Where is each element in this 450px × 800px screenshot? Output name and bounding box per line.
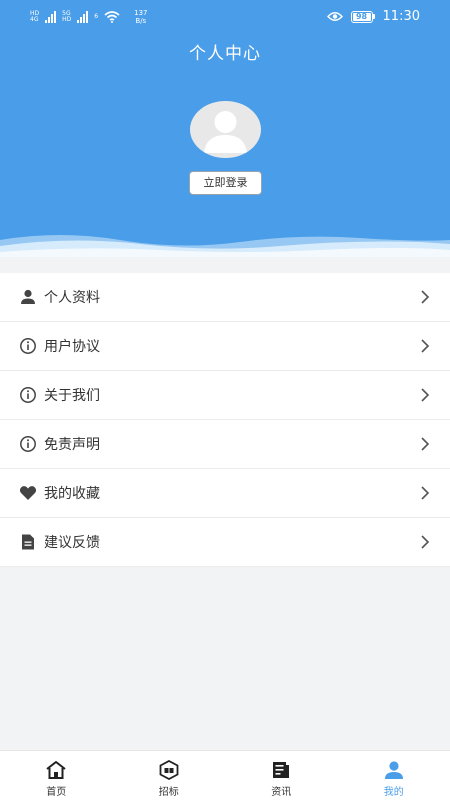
menu-item-favorites[interactable]: 我的收藏 [0,469,450,518]
menu-item-label: 免责声明 [44,437,100,453]
eye-icon [326,12,343,21]
status-left: HD 4G 5G HD 6 137 B/s [30,9,147,25]
network-hd2-label: HD [62,16,72,23]
chevron-right-icon [421,437,430,451]
document-icon [19,533,37,551]
info-icon [19,337,37,355]
signal-icon [45,11,57,23]
bottom-tab-bar: 首页 招标 资讯 我的 [0,750,450,800]
settings-menu: 个人资料 用户协议 关于我们 免责声明 我的收藏 建议反馈 [0,273,450,567]
default-avatar-icon [204,111,247,153]
clock: 11:30 [382,9,420,24]
chevron-right-icon [421,339,430,353]
network-speed: 137 B/s [134,9,147,25]
tab-news[interactable]: 资讯 [225,751,338,800]
battery-icon: 98 [350,10,375,23]
signal-icon-2 [77,11,89,23]
chevron-right-icon [421,486,430,500]
profile-header: HD 4G 5G HD 6 137 B/s 98 11:30 个人中心 立即登录 [0,0,450,262]
chevron-right-icon [421,388,430,402]
menu-item-label: 个人资料 [44,290,100,306]
login-button[interactable]: 立即登录 [189,171,262,195]
info-icon [19,386,37,404]
tab-label: 我的 [383,787,404,798]
chevron-right-icon [421,290,430,304]
menu-item-feedback[interactable]: 建议反馈 [0,518,450,567]
home-icon [45,760,67,780]
page-title: 个人中心 [189,44,261,64]
menu-item-user-agreement[interactable]: 用户协议 [0,322,450,371]
menu-item-label: 用户协议 [44,339,100,355]
tab-bidding[interactable]: 招标 [113,751,226,800]
menu-item-label: 建议反馈 [44,535,100,551]
bid-icon [158,760,180,780]
network-type-left: HD 4G [30,11,39,23]
network-type-right: 5G HD [62,11,71,23]
avatar[interactable] [190,101,261,158]
wifi-badge: 6 [94,13,99,20]
tab-label: 首页 [46,787,67,798]
speed-value: 137 [134,9,148,17]
tab-label: 资讯 [271,787,292,798]
person-icon [19,288,37,306]
news-icon [270,760,292,780]
chevron-right-icon [421,535,430,549]
speed-unit: B/s [135,17,147,25]
heart-icon [19,484,37,502]
menu-item-about-us[interactable]: 关于我们 [0,371,450,420]
battery-level: 98 [352,12,371,21]
tab-label: 招标 [158,787,179,798]
profile-icon [383,760,405,780]
menu-item-label: 我的收藏 [44,486,100,502]
tab-profile[interactable]: 我的 [338,751,450,800]
menu-item-profile[interactable]: 个人资料 [0,273,450,322]
menu-item-label: 关于我们 [44,388,100,404]
tab-home[interactable]: 首页 [0,751,113,800]
menu-item-disclaimer[interactable]: 免责声明 [0,420,450,469]
network-4g-label: 4G [30,16,39,23]
wifi-icon [104,11,120,23]
status-bar: HD 4G 5G HD 6 137 B/s 98 11:30 [0,0,450,34]
wave-decoration [0,235,450,262]
status-right: 98 11:30 [326,9,420,24]
info-icon [19,435,37,453]
